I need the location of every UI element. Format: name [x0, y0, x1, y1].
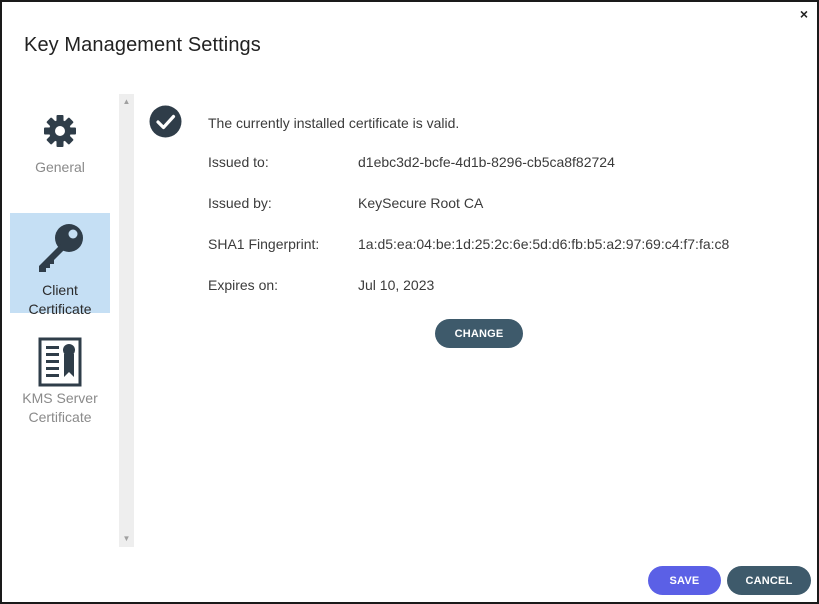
certificate-status-text: The currently installed certificate is v… — [208, 115, 460, 131]
gear-icon — [44, 115, 76, 147]
key-icon — [39, 224, 83, 272]
check-circle-icon — [149, 105, 182, 138]
nav-item-client-certificate[interactable]: Client Certificate — [10, 213, 110, 317]
key-management-dialog: × Key Management Settings General Client… — [0, 0, 819, 604]
scroll-up-icon[interactable]: ▲ — [119, 96, 134, 108]
field-label: Issued by: — [208, 195, 272, 211]
nav-label-client-certificate: Client Certificate — [28, 282, 92, 317]
field-value: Jul 10, 2023 — [358, 277, 435, 293]
nav-label-kms-server-certificate: KMS Server Certificate — [22, 390, 98, 425]
nav-scrollbar[interactable]: ▲ ▼ — [119, 94, 134, 547]
dialog-title: Key Management Settings — [24, 34, 261, 56]
field-value: KeySecure Root CA — [358, 195, 484, 211]
change-button[interactable]: CHANGE — [435, 319, 523, 348]
nav-label-general: General — [35, 159, 85, 175]
field-value: d1ebc3d2-bcfe-4d1b-8296-cb5ca8f82724 — [358, 154, 615, 170]
close-button[interactable]: × — [797, 7, 811, 21]
scroll-down-icon[interactable]: ▼ — [119, 533, 134, 545]
field-label: SHA1 Fingerprint: — [208, 236, 320, 252]
certificate-icon — [38, 337, 82, 387]
save-button[interactable]: SAVE — [648, 566, 721, 595]
nav-item-general[interactable]: General — [10, 114, 110, 184]
nav-item-kms-server-certificate[interactable]: KMS Server Certificate — [10, 337, 110, 429]
close-icon: × — [799, 6, 809, 22]
field-label: Expires on: — [208, 277, 279, 293]
field-label: Issued to: — [208, 154, 269, 170]
cancel-button[interactable]: CANCEL — [727, 566, 811, 595]
field-value: 1a:d5:ea:04:be:1d:25:2c:6e:5d:d6:fb:b5:a… — [358, 236, 730, 252]
